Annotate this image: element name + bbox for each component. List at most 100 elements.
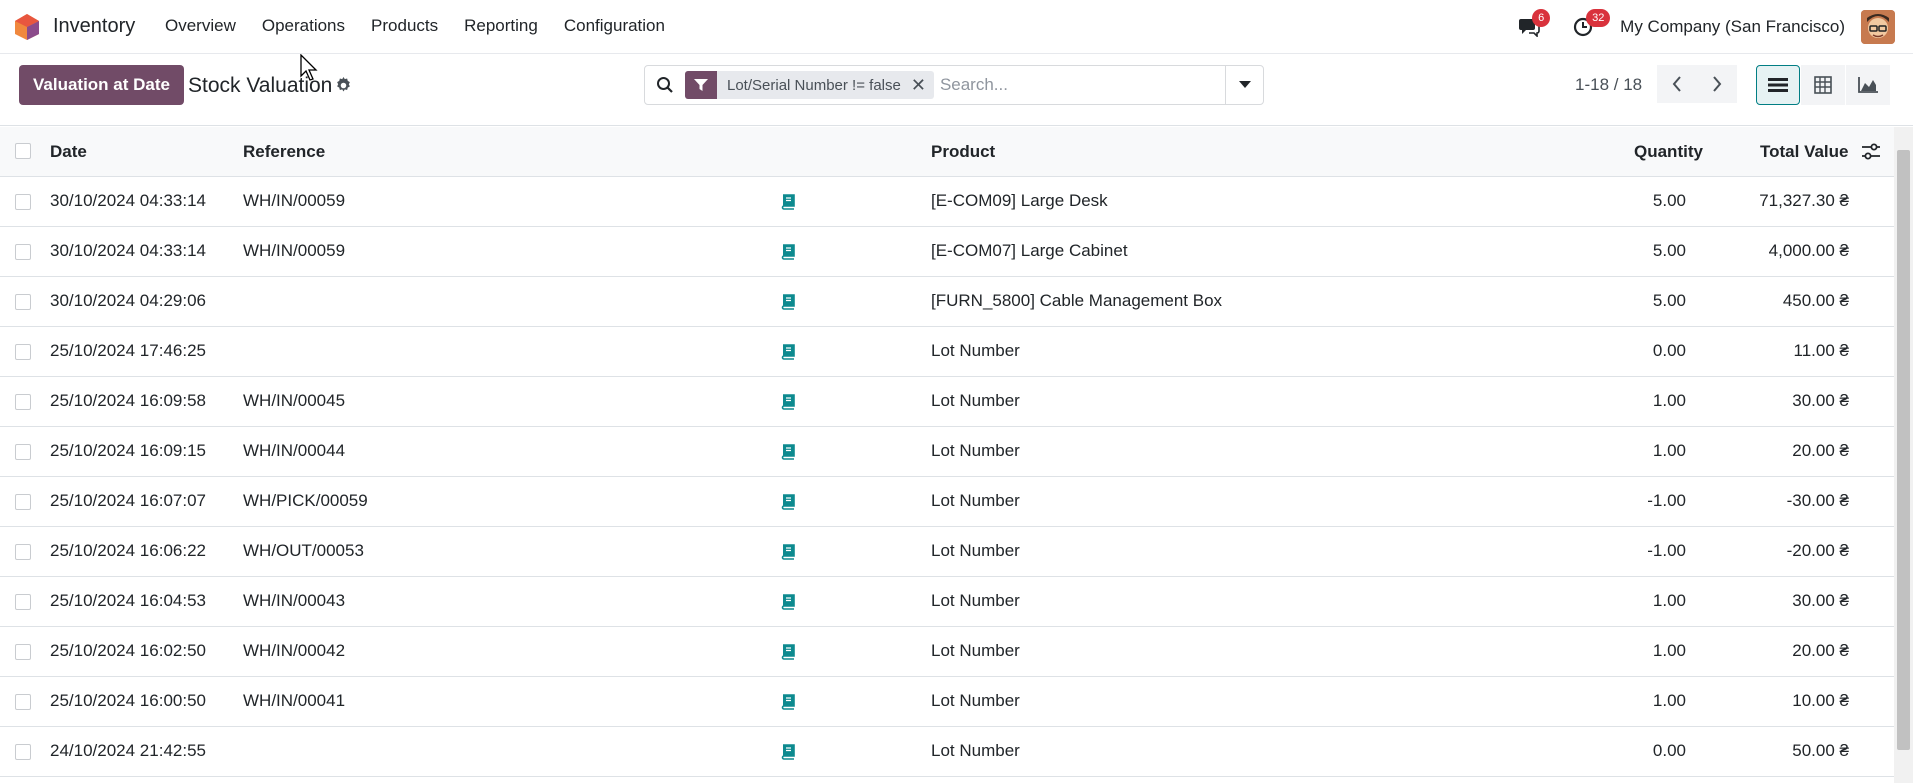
book-icon[interactable]	[780, 394, 796, 410]
menu-operations[interactable]: Operations	[262, 16, 345, 36]
cell-product: Lot Number	[931, 341, 1020, 360]
table-row[interactable]: 25/10/2024 16:02:50 WH/IN/00042 Lot Number…	[0, 627, 1894, 677]
cell-total-value: 30.00 ₴	[1792, 591, 1849, 610]
cell-total-value: 20.00 ₴	[1792, 441, 1849, 460]
cell-quantity: 1.00	[1652, 391, 1686, 410]
cell-quantity: 5.00	[1652, 291, 1686, 310]
row-checkbox[interactable]	[15, 544, 31, 560]
cell-reference: WH/IN/00041	[243, 691, 346, 710]
cell-quantity: 5.00	[1652, 191, 1686, 210]
row-checkbox[interactable]	[15, 744, 31, 760]
row-checkbox[interactable]	[15, 694, 31, 710]
table-row[interactable]: 30/10/2024 04:33:14 WH/IN/00059 [E-COM09] …	[0, 177, 1894, 227]
table-row[interactable]: 25/10/2024 16:07:07 WH/PICK/00059 Lot Numb…	[0, 477, 1894, 527]
cell-total-value: -30.00 ₴	[1786, 491, 1849, 510]
book-icon[interactable]	[780, 244, 796, 260]
row-checkbox[interactable]	[15, 244, 31, 260]
select-all-checkbox[interactable]	[15, 143, 31, 159]
messages-button[interactable]: 6	[1512, 9, 1551, 44]
book-icon[interactable]	[780, 744, 796, 760]
cell-total-value: 10.00 ₴	[1792, 691, 1849, 710]
table-row[interactable]: 25/10/2024 16:09:15 WH/IN/00044 Lot Number…	[0, 427, 1894, 477]
table-row[interactable]: 25/10/2024 17:46:25 Lot Number 0.00 11.00 ₴	[0, 327, 1894, 377]
row-checkbox[interactable]	[15, 644, 31, 660]
chevron-right-icon	[1713, 76, 1722, 92]
cell-quantity: 5.00	[1652, 241, 1686, 260]
table-row[interactable]: 25/10/2024 16:06:22 WH/OUT/00053 Lot Numbe…	[0, 527, 1894, 577]
table-row[interactable]: 30/10/2024 04:29:06 [FURN_5800] Cable Man…	[0, 277, 1894, 327]
user-avatar-icon	[1861, 10, 1895, 44]
cell-product: Lot Number	[931, 541, 1020, 560]
column-header-reference[interactable]: Reference	[243, 142, 325, 162]
optional-columns-icon[interactable]	[1862, 143, 1880, 161]
column-header-date[interactable]: Date	[50, 142, 87, 162]
app-name[interactable]: Inventory	[53, 15, 135, 38]
cell-date: 25/10/2024 17:46:25	[50, 341, 206, 360]
cell-quantity: -1.00	[1647, 541, 1686, 560]
list-view-button[interactable]	[1756, 65, 1800, 105]
close-icon[interactable]: ✕	[911, 75, 934, 96]
row-checkbox[interactable]	[15, 444, 31, 460]
cell-date: 25/10/2024 16:04:53	[50, 591, 206, 610]
column-header-total-value[interactable]: Total Value	[1760, 142, 1849, 162]
menu-configuration[interactable]: Configuration	[564, 16, 665, 36]
gear-icon[interactable]	[335, 77, 352, 94]
menu-overview[interactable]: Overview	[165, 16, 236, 36]
valuation-at-date-button[interactable]: Valuation at Date	[19, 65, 184, 105]
avatar[interactable]	[1861, 10, 1895, 44]
row-checkbox[interactable]	[15, 594, 31, 610]
table-row[interactable]: 25/10/2024 16:09:58 WH/IN/00045 Lot Number…	[0, 377, 1894, 427]
book-icon[interactable]	[780, 594, 796, 610]
scrollbar-thumb[interactable]	[1897, 150, 1910, 750]
cell-date: 30/10/2024 04:29:06	[50, 291, 206, 310]
book-icon[interactable]	[780, 294, 796, 310]
pager-next-button[interactable]	[1697, 65, 1737, 103]
cell-total-value: 4,000.00 ₴	[1768, 241, 1849, 260]
menu-products[interactable]: Products	[371, 16, 438, 36]
row-checkbox[interactable]	[15, 294, 31, 310]
table-row[interactable]: 25/10/2024 16:04:53 WH/IN/00043 Lot Number…	[0, 577, 1894, 627]
search-input[interactable]	[939, 75, 1190, 95]
caret-down-icon	[1238, 81, 1251, 88]
control-panel: Valuation at Date Stock Valuation Lot/Se…	[0, 54, 1913, 126]
company-switcher[interactable]: My Company (San Francisco)	[1620, 17, 1845, 37]
book-icon[interactable]	[780, 494, 796, 510]
cell-date: 25/10/2024 16:02:50	[50, 641, 206, 660]
row-checkbox[interactable]	[15, 194, 31, 210]
cell-product: Lot Number	[931, 441, 1020, 460]
book-icon[interactable]	[780, 544, 796, 560]
table-row[interactable]: 30/10/2024 04:33:14 WH/IN/00059 [E-COM07] …	[0, 227, 1894, 277]
cell-product: [E-COM09] Large Desk	[931, 191, 1108, 210]
cell-total-value: -20.00 ₴	[1786, 541, 1849, 560]
app-logo-icon[interactable]	[14, 13, 40, 41]
book-icon[interactable]	[780, 444, 796, 460]
pager-value[interactable]: 1-18 / 18	[1575, 75, 1642, 95]
search-icon[interactable]	[645, 76, 685, 94]
activities-button[interactable]: 32	[1566, 9, 1611, 44]
row-checkbox[interactable]	[15, 394, 31, 410]
table-row[interactable]: 24/10/2024 21:42:55 Lot Number 0.00 50.00 ₴	[0, 727, 1894, 777]
pivot-view-button[interactable]	[1801, 65, 1845, 105]
cell-product: Lot Number	[931, 741, 1020, 760]
cell-date: 25/10/2024 16:06:22	[50, 541, 206, 560]
cell-product: Lot Number	[931, 691, 1020, 710]
cell-reference: WH/IN/00044	[243, 441, 346, 460]
activities-badge: 32	[1586, 9, 1611, 27]
cell-reference: WH/PICK/00059	[243, 491, 368, 510]
row-checkbox[interactable]	[15, 494, 31, 510]
book-icon[interactable]	[780, 194, 796, 210]
book-icon[interactable]	[780, 344, 796, 360]
row-checkbox[interactable]	[15, 344, 31, 360]
column-header-quantity[interactable]: Quantity	[1634, 142, 1703, 162]
menu-reporting[interactable]: Reporting	[464, 16, 538, 36]
pager-previous-button[interactable]	[1657, 65, 1697, 103]
book-icon[interactable]	[780, 694, 796, 710]
table-row[interactable]: 25/10/2024 16:00:50 WH/IN/00041 Lot Number…	[0, 677, 1894, 727]
cell-reference: WH/OUT/00053	[243, 541, 364, 560]
graph-view-button[interactable]	[1846, 65, 1890, 105]
cell-date: 30/10/2024 04:33:14	[50, 191, 206, 210]
book-icon[interactable]	[780, 644, 796, 660]
search-options-toggle[interactable]	[1225, 66, 1263, 104]
column-header-product[interactable]: Product	[931, 142, 995, 162]
cell-reference: WH/IN/00042	[243, 641, 346, 660]
